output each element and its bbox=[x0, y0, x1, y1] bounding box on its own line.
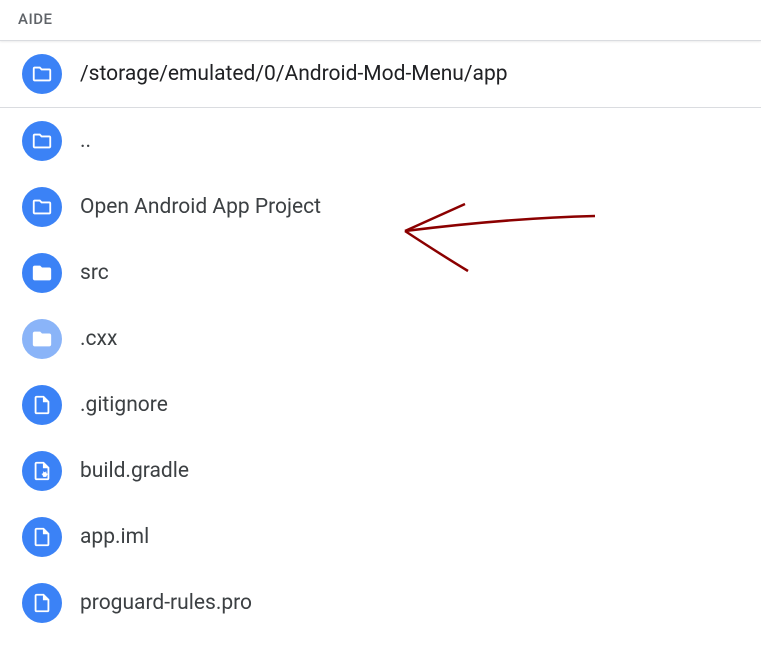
app-header: AIDE bbox=[0, 0, 761, 41]
folder-open-icon bbox=[22, 187, 62, 227]
current-path-text: /storage/emulated/0/Android-Mod-Menu/app bbox=[80, 62, 508, 86]
list-item-open-project[interactable]: Open Android App Project bbox=[0, 174, 761, 240]
item-label: build.gradle bbox=[80, 459, 189, 483]
app-title: AIDE bbox=[18, 10, 52, 28]
file-gear-icon bbox=[22, 451, 62, 491]
folder-icon bbox=[22, 319, 62, 359]
list-item-src[interactable]: src bbox=[0, 240, 761, 306]
list-item-cxx[interactable]: .cxx bbox=[0, 306, 761, 372]
item-label: .gitignore bbox=[80, 393, 168, 417]
list-item-build-gradle[interactable]: build.gradle bbox=[0, 438, 761, 504]
file-icon bbox=[22, 583, 62, 623]
folder-open-icon bbox=[22, 54, 62, 94]
folder-icon bbox=[22, 253, 62, 293]
list-item-gitignore[interactable]: .gitignore bbox=[0, 372, 761, 438]
item-label: app.iml bbox=[80, 525, 149, 549]
item-label: Open Android App Project bbox=[80, 195, 321, 219]
item-label: .. bbox=[80, 129, 91, 153]
file-icon bbox=[22, 517, 62, 557]
current-path-row[interactable]: /storage/emulated/0/Android-Mod-Menu/app bbox=[0, 41, 761, 108]
list-item-proguard[interactable]: proguard-rules.pro bbox=[0, 570, 761, 636]
item-label: .cxx bbox=[80, 327, 117, 351]
file-icon bbox=[22, 385, 62, 425]
item-label: src bbox=[80, 261, 109, 285]
list-item-app-iml[interactable]: app.iml bbox=[0, 504, 761, 570]
item-label: proguard-rules.pro bbox=[80, 591, 252, 615]
list-item-parent[interactable]: .. bbox=[0, 108, 761, 174]
folder-open-icon bbox=[22, 121, 62, 161]
